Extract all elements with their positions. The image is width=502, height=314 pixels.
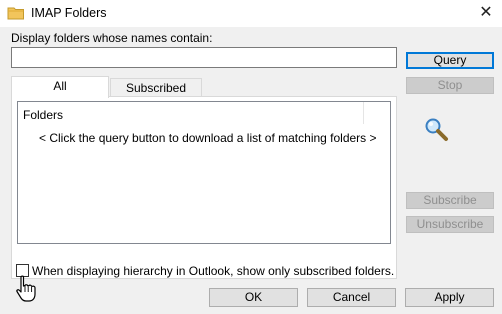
magnifier-icon xyxy=(425,118,448,141)
tab-panel: Folders < Click the query button to down… xyxy=(11,96,397,279)
apply-button[interactable]: Apply xyxy=(405,288,494,307)
stop-button[interactable]: Stop xyxy=(406,77,494,94)
folders-column-label: Folders xyxy=(23,108,64,122)
list-column-header[interactable]: Folders xyxy=(18,102,364,124)
close-button[interactable]: ✕ xyxy=(470,0,502,24)
close-icon: ✕ xyxy=(479,2,493,21)
empty-list-message: < Click the query button to download a l… xyxy=(39,131,377,145)
window-title: IMAP Folders xyxy=(31,6,107,20)
unsubscribe-button[interactable]: Unsubscribe xyxy=(406,216,494,233)
tab-all[interactable]: All xyxy=(11,76,109,98)
subscribed-only-label[interactable]: When displaying hierarchy in Outlook, sh… xyxy=(32,264,394,278)
tab-subscribed[interactable]: Subscribed xyxy=(110,78,202,98)
folder-list[interactable]: Folders < Click the query button to down… xyxy=(17,101,391,244)
folder-name-filter-input[interactable] xyxy=(11,47,397,68)
cancel-button[interactable]: Cancel xyxy=(307,288,396,307)
ok-button[interactable]: OK xyxy=(209,288,298,307)
subscribe-button[interactable]: Subscribe xyxy=(406,192,494,209)
title-bar: IMAP Folders ✕ xyxy=(0,0,502,27)
filter-label: Display folders whose names contain: xyxy=(11,31,213,45)
dialog-body: Display folders whose names contain: Que… xyxy=(0,27,502,314)
folder-icon xyxy=(7,7,24,20)
query-button[interactable]: Query xyxy=(406,52,494,69)
hand-cursor-icon xyxy=(16,275,36,302)
